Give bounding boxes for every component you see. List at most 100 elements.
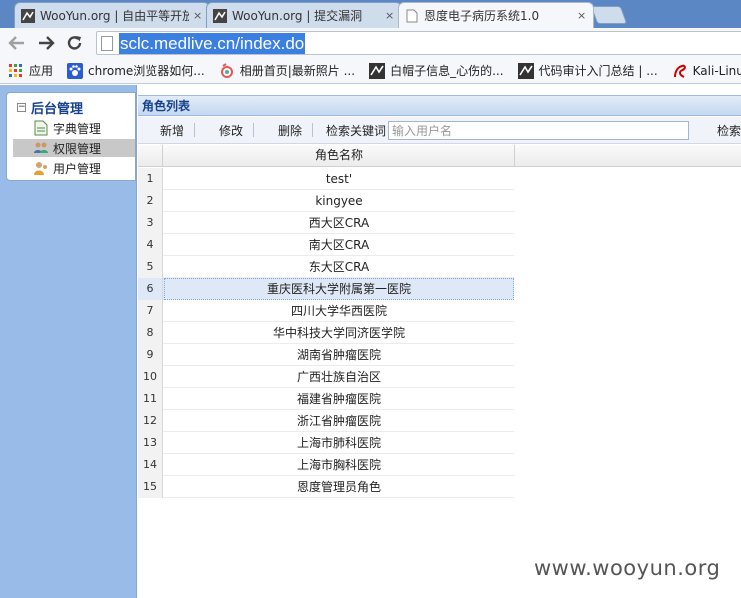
table-row[interactable]: 8 华中科技大学同济医学院 (138, 322, 514, 344)
row-number: 7 (138, 300, 163, 322)
bookmark-apps[interactable]: 应用 (8, 62, 53, 79)
role-name-cell: 重庆医科大学附属第一医院 (164, 278, 514, 300)
edit-button[interactable]: 修改 (219, 122, 243, 139)
add-button[interactable]: 新增 (160, 122, 184, 139)
new-tab-button[interactable] (590, 6, 628, 24)
forward-arrow-icon[interactable] (35, 32, 57, 54)
people-group-icon (33, 140, 49, 156)
row-number: 6 (138, 278, 163, 300)
browser-tab-active[interactable]: 恩度电子病历系统1.0 × (398, 2, 594, 28)
table-row[interactable]: 12 浙江省肿瘤医院 (138, 410, 514, 432)
panel-title: 角色列表 (142, 99, 191, 113)
bookmark-album[interactable]: 相册首页|最新照片 ... (219, 62, 355, 79)
tab-title: WooYun.org | 自由平等开放 (40, 9, 189, 23)
role-name-cell: kingyee (315, 194, 363, 208)
role-name-cell: 广西壮族自治区 (296, 370, 381, 384)
hat-icon (369, 62, 386, 79)
row-number-header (138, 145, 163, 167)
role-name-cell: 恩度管理员角色 (296, 480, 381, 494)
collapse-minus-icon[interactable]: − (17, 103, 26, 112)
tab-close-icon[interactable]: × (577, 9, 587, 22)
page-icon (101, 35, 113, 51)
table-row[interactable]: 7 四川大学华西医院 (138, 300, 514, 322)
row-number: 14 (138, 454, 163, 476)
album-icon (219, 62, 235, 79)
tab-title: 恩度电子病历系统1.0 (424, 9, 540, 23)
role-name-cell: 南大区CRA (308, 238, 370, 252)
tree-root-label: 后台管理 (31, 102, 84, 117)
browser-tab-wooyun-submit[interactable]: WooYun.org | 提交漏洞 × (206, 2, 402, 28)
row-number: 10 (138, 366, 163, 388)
row-number: 11 (138, 388, 163, 410)
bookmark-chrome-howto[interactable]: chrome浏览器如何... (67, 62, 205, 79)
tab-title: WooYun.org | 提交漏洞 (232, 9, 363, 23)
sidebar-item-dictionary[interactable]: 字典管理 (13, 119, 135, 137)
role-list-panel: 角色列表 新增 修改 删除 检索关键词 检索 角色名称 1 test' 2 king… (138, 85, 741, 598)
search-button[interactable]: 检索 (717, 122, 741, 139)
browser-tab-wooyun-home[interactable]: WooYun.org | 自由平等开放 × (14, 2, 210, 28)
table-row[interactable]: 3 西大区CRA (138, 212, 514, 234)
table-row[interactable]: 9 湖南省肿瘤医院 (138, 344, 514, 366)
table-row-selected[interactable]: 6 重庆医科大学附属第一医院 (138, 278, 514, 300)
table-row[interactable]: 10 广西壮族自治区 (138, 366, 514, 388)
sidebar-item-label: 用户管理 (53, 161, 102, 176)
delete-button[interactable]: 删除 (278, 122, 302, 139)
table-row[interactable]: 4 南大区CRA (138, 234, 514, 256)
address-bar[interactable]: sclc.medlive.cn/index.do (96, 31, 741, 55)
app-body: − 后台管理 字典管理 权限管理 用户管理 角色列表 新增 修改 删除 检索关键… (0, 85, 741, 598)
table-row[interactable]: 14 上海市胸科医院 (138, 454, 514, 476)
hat-icon (517, 62, 534, 79)
row-number: 8 (138, 322, 163, 344)
tree-root-admin[interactable]: − 后台管理 (17, 98, 83, 117)
row-number: 2 (138, 190, 163, 212)
sidebar-item-permissions[interactable]: 权限管理 (13, 139, 135, 157)
back-arrow-icon[interactable] (6, 32, 28, 54)
bookmark-whitehat[interactable]: 白帽子信息_心伤的... (369, 62, 504, 79)
page-favicon-icon (405, 9, 419, 23)
apps-grid-icon (8, 63, 24, 79)
browser-tab-strip: WooYun.org | 自由平等开放 × WooYun.org | 提交漏洞 … (0, 0, 741, 28)
role-name-cell: test' (325, 172, 353, 186)
role-name-cell: 浙江省肿瘤医院 (296, 414, 381, 428)
address-url[interactable]: sclc.medlive.cn/index.do (119, 32, 306, 54)
tab-close-icon[interactable]: × (385, 9, 395, 22)
bookmark-label: 相册首页|最新照片 ... (239, 64, 356, 78)
role-name-cell: 四川大学华西医院 (290, 304, 387, 318)
grid-header: 角色名称 (138, 145, 741, 167)
bookmarks-bar: 应用 chrome浏览器如何... 相册首页|最新照片 ... 白帽子信息_心伤… (0, 58, 741, 84)
sidebar-item-users[interactable]: 用户管理 (13, 159, 135, 177)
admin-tree: − 后台管理 字典管理 权限管理 用户管理 (6, 92, 136, 181)
column-header-role-name[interactable]: 角色名称 (164, 145, 515, 167)
grid-toolbar: 新增 修改 删除 检索关键词 检索 (138, 117, 741, 144)
toolbar-separator (312, 123, 313, 137)
sidebar: − 后台管理 字典管理 权限管理 用户管理 (0, 85, 137, 598)
bookmark-label: Kali-Linux (692, 63, 741, 78)
table-row[interactable]: 15 恩度管理员角色 (138, 476, 514, 498)
row-number: 3 (138, 212, 163, 234)
role-name-cell: 湖南省肿瘤医院 (296, 348, 381, 362)
sidebar-item-label: 权限管理 (53, 141, 102, 156)
role-name-cell: 东大区CRA (308, 260, 370, 274)
toolbar-separator (194, 123, 195, 137)
document-icon (33, 120, 49, 136)
users-icon (33, 160, 49, 176)
row-number: 5 (138, 256, 163, 278)
table-row[interactable]: 2 kingyee (138, 190, 514, 212)
search-keyword-label: 检索关键词 (326, 124, 387, 138)
panel-header: 角色列表 (138, 95, 741, 116)
table-row[interactable]: 5 东大区CRA (138, 256, 514, 278)
row-number: 12 (138, 410, 163, 432)
search-input[interactable] (388, 121, 689, 140)
wooyun-favicon-icon (213, 8, 227, 23)
bookmark-code-audit[interactable]: 代码审计入门总结 | ... (517, 62, 658, 79)
watermark: www.wooyun.org (534, 556, 721, 580)
bookmark-kali[interactable]: Kali-Linux (672, 63, 741, 79)
table-row[interactable]: 11 福建省肿瘤医院 (138, 388, 514, 410)
browser-toolbar: sclc.medlive.cn/index.do (0, 28, 741, 58)
table-row[interactable]: 1 test' (138, 168, 514, 190)
role-name-cell: 上海市胸科医院 (296, 458, 381, 472)
tab-close-icon[interactable]: × (193, 9, 203, 22)
reload-icon[interactable] (64, 32, 86, 54)
paw-icon (67, 62, 84, 79)
table-row[interactable]: 13 上海市肺科医院 (138, 432, 514, 454)
